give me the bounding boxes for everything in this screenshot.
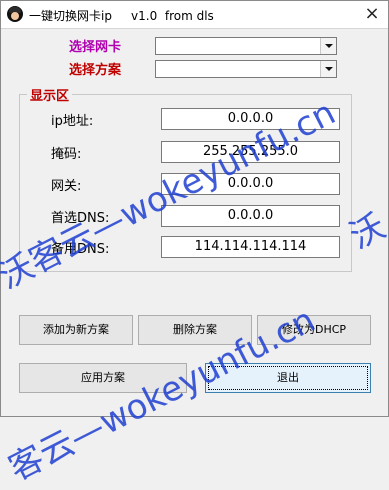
ip-label: ip地址: (51, 114, 94, 129)
delete-plan-button[interactable]: 删除方案 (138, 315, 252, 345)
add-plan-button[interactable]: 添加为新方案 (19, 315, 133, 345)
exit-button[interactable]: 退出 (205, 363, 371, 393)
chevron-down-icon[interactable] (320, 38, 336, 54)
chevron-down-icon[interactable] (320, 61, 336, 77)
mask-field[interactable]: 255.255.255.0 (161, 141, 340, 163)
plan-select[interactable] (155, 60, 337, 78)
nic-select[interactable] (155, 37, 337, 55)
title-bar: 一键切换网卡ip v1.0 from dls × (1, 1, 388, 29)
primary-dns-label: 首选DNS: (51, 211, 110, 226)
display-group-title: 显示区 (27, 85, 73, 104)
secondary-dns-field[interactable]: 114.114.114.114 (161, 236, 340, 258)
set-dhcp-button[interactable]: 修改为DHCP (257, 315, 371, 345)
primary-dns-field[interactable]: 0.0.0.0 (161, 205, 340, 227)
close-button[interactable]: × (362, 4, 382, 24)
app-window: 一键切换网卡ip v1.0 from dls × 选择网卡 选择方案 显示区 i… (0, 0, 389, 489)
apply-plan-button[interactable]: 应用方案 (19, 363, 187, 393)
gateway-field[interactable]: 0.0.0.0 (161, 173, 340, 195)
secondary-dns-label: 备用DNS: (51, 242, 110, 257)
mask-label: 掩码: (51, 147, 82, 162)
nic-label: 选择网卡 (69, 40, 122, 55)
plan-label: 选择方案 (69, 63, 122, 78)
ip-field[interactable]: 0.0.0.0 (161, 108, 340, 130)
window-title: 一键切换网卡ip v1.0 from dls (29, 9, 214, 23)
app-logo-icon (7, 6, 23, 22)
gateway-label: 网关: (51, 179, 82, 194)
